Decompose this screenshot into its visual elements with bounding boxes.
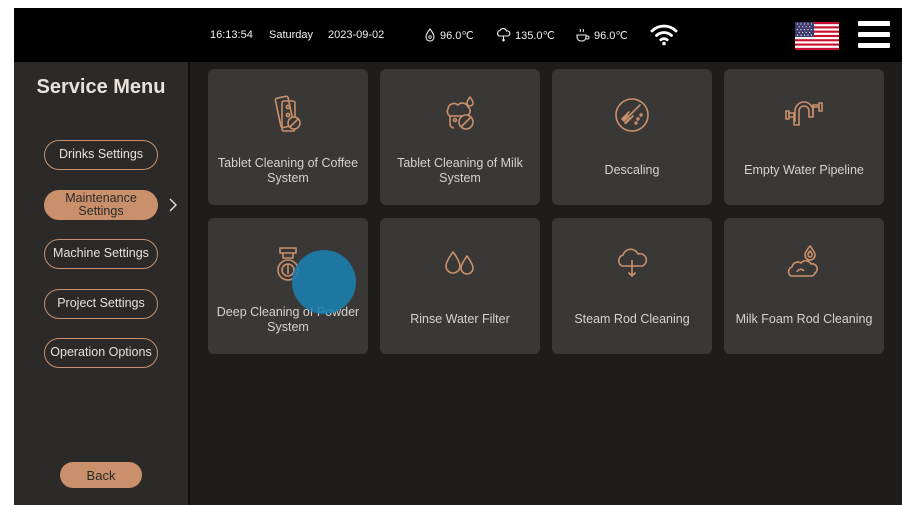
steam-temperature-value: 135.0℃ [515,29,555,42]
sidebar-item-label: Maintenance Settings [65,190,137,218]
back-button[interactable]: Back [60,462,142,488]
sidebar: Service Menu Drinks Settings Maintenance… [14,62,188,505]
water-temperature-value: 96.0℃ [440,29,474,42]
weekday: Saturday [269,29,314,41]
tile-label: Tablet Cleaning of Milk System [397,155,523,185]
chevron-right-icon [169,198,177,212]
touch-indicator [292,250,356,314]
steam-temperature: 135.0℃ [496,8,555,62]
status-bar: 16:13:54 Saturday 2023-09-02 96.0℃ 135.0… [14,8,902,62]
sidebar-item-machine-settings[interactable]: Machine Settings [44,239,158,269]
tile-tablet-cleaning-coffee[interactable]: Tablet Cleaning of Coffee System [208,69,368,205]
coffee-temperature: 96.0℃ [575,8,628,62]
sidebar-item-operation-options[interactable]: Operation Options [44,338,158,368]
wifi-icon[interactable] [650,24,678,46]
sidebar-item-drinks-settings[interactable]: Drinks Settings [44,140,158,170]
tile-label: Descaling [604,163,660,178]
tile-descaling[interactable]: Descaling [552,69,712,205]
us-flag-icon[interactable] [795,22,839,50]
steam-cloud-icon [497,28,511,42]
sidebar-item-maintenance-settings[interactable]: Maintenance Settings [44,190,158,220]
tile-label: Tablet Cleaning of Coffee System [217,155,359,185]
tile-label: Steam Rod Cleaning [574,312,690,327]
water-drops-icon [445,251,474,275]
tile-rinse-water-filter[interactable]: Rinse Water Filter [380,218,540,354]
milk-foam-icon [787,245,818,277]
water-temperature: 96.0℃ [424,8,474,62]
steam-rod-icon [618,248,648,277]
tile-label: Milk Foam Rod Cleaning [735,312,873,327]
date: 2023-09-02 [328,29,385,41]
clock-time: 16:13:54 [210,29,253,41]
tile-steam-rod-cleaning[interactable]: Steam Rod Cleaning [552,218,712,354]
pipeline-icon [785,101,823,126]
tile-empty-water-pipeline[interactable]: Empty Water Pipeline [724,69,884,205]
touch-screen: 16:13:54 Saturday 2023-09-02 96.0℃ 135.0… [14,8,902,505]
coffee-cup-icon [576,28,590,42]
water-drop-icon [425,28,435,42]
descaling-icon [615,98,649,132]
tile-label: Rinse Water Filter [410,312,510,327]
sidebar-divider [188,62,190,505]
tile-label: Empty Water Pipeline [744,163,864,178]
sidebar-item-project-settings[interactable]: Project Settings [44,289,158,319]
hamburger-menu-icon[interactable] [858,21,890,49]
coffee-temperature-value: 96.0℃ [594,29,628,42]
tablet-milk-cleaning-icon [446,96,474,130]
sidebar-title: Service Menu [36,76,166,98]
tablet-coffee-cleaning-icon [274,95,301,132]
tile-tablet-cleaning-milk[interactable]: Tablet Cleaning of Milk System [380,69,540,205]
tile-milk-foam-rod-cleaning[interactable]: Milk Foam Rod Cleaning [724,218,884,354]
